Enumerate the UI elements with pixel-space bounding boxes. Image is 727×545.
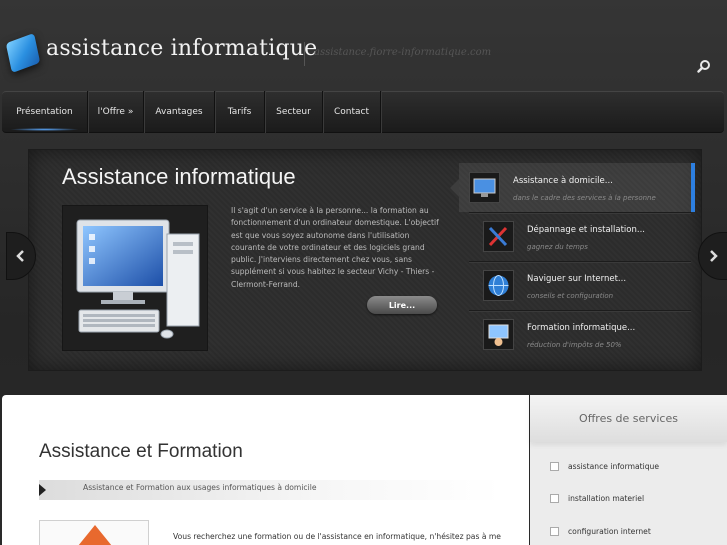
sidebar-item-label: configuration internet (568, 526, 651, 536)
sidebar-item-configuration[interactable]: configuration internet (550, 524, 651, 538)
content-intro: Vous recherchez une formation ou de l'as… (173, 532, 501, 541)
training-icon (483, 319, 514, 350)
tab-title: Assistance à domicile... (513, 176, 613, 186)
slider-tab-assistance[interactable]: Assistance à domicile... dans le cadre d… (450, 163, 695, 212)
tab-divider (469, 261, 691, 262)
sidebar-heading: Offres de services (530, 395, 727, 442)
nav-label: l'Offre » (97, 107, 134, 117)
sidebar-item-label: assistance informatique (568, 461, 660, 471)
nav-label: Avantages (155, 107, 203, 117)
tab-title: Formation informatique... (527, 323, 636, 333)
active-tab-pointer (450, 179, 459, 197)
tools-icon (483, 221, 514, 252)
nav-item-avantages[interactable]: Avantages (144, 91, 215, 133)
document-icon (550, 493, 559, 503)
slider-next-button[interactable] (698, 232, 727, 280)
content-image (39, 520, 149, 545)
main-nav: Présentation l'Offre » Avantages Tarifs … (2, 91, 724, 133)
globe-icon (483, 270, 514, 301)
subtitle-ribbon: Assistance et Formation aux usages infor… (39, 480, 501, 500)
logo-divider (304, 42, 305, 66)
monitor-icon (469, 172, 500, 203)
tab-subtitle: gagnez du temps (527, 243, 588, 251)
nav-item-secteur[interactable]: Secteur (265, 91, 323, 133)
nav-item-contact[interactable]: Contact (323, 91, 381, 133)
slider-tab-formation[interactable]: Formation informatique... réduction d'im… (459, 310, 691, 359)
logo-cube-icon[interactable] (5, 33, 41, 73)
tab-subtitle: conseils et configuration (527, 292, 614, 300)
tab-subtitle: dans le cadre des services à la personne (513, 194, 656, 202)
nav-label: Contact (333, 107, 369, 117)
tab-divider (469, 212, 691, 213)
search-icon[interactable] (697, 59, 711, 73)
page-title: Assistance et Formation (39, 441, 243, 462)
ribbon-text: Assistance et Formation aux usages infor… (83, 483, 317, 492)
nav-item-offre[interactable]: l'Offre » (88, 91, 144, 133)
sidebar: Offres de services assistance informatiq… (530, 395, 727, 545)
tab-title: Naviguer sur Internet... (527, 274, 627, 284)
nav-label: Secteur (276, 107, 311, 117)
document-icon (550, 526, 559, 536)
featured-slider: Assistance informatique Il s'agit d'un s… (28, 149, 702, 371)
main-content: Assistance et Formation Assistance et Fo… (2, 395, 529, 545)
tab-divider (469, 310, 691, 311)
chevron-right-icon (710, 250, 718, 262)
sidebar-item-assistance[interactable]: assistance informatique (550, 459, 659, 473)
nav-label: Présentation (16, 107, 73, 117)
sidebar-item-label: installation materiel (568, 493, 645, 503)
chevron-left-icon (16, 250, 24, 262)
document-icon (550, 461, 559, 471)
slide-description: Il s'agit d'un service à la personne... … (231, 206, 439, 289)
site-tagline: assistance.fiorre-informatique.com (314, 47, 492, 58)
nav-item-tarifs[interactable]: Tarifs (215, 91, 265, 133)
header: assistance informatique assistance.fiorr… (0, 0, 727, 88)
slide-title: Assistance informatique (62, 164, 296, 189)
sidebar-item-installation[interactable]: installation materiel (550, 491, 644, 505)
site-logo-text[interactable]: assistance informatique (46, 36, 317, 61)
tab-title: Dépannage et installation... (527, 225, 645, 235)
read-more-button[interactable]: Lire... (367, 296, 437, 314)
tab-subtitle: réduction d'impôts de 50% (527, 341, 622, 349)
slider-tab-depannage[interactable]: Dépannage et installation... gagnez du t… (459, 212, 691, 261)
computer-icon (76, 219, 200, 339)
slider-tabs: Assistance à domicile... dans le cadre d… (450, 163, 695, 363)
nav-label: Tarifs (227, 107, 252, 117)
nav-item-presentation[interactable]: Présentation (2, 91, 88, 133)
slide-image (62, 205, 208, 351)
slider-tab-internet[interactable]: Naviguer sur Internet... conseils et con… (459, 261, 691, 310)
